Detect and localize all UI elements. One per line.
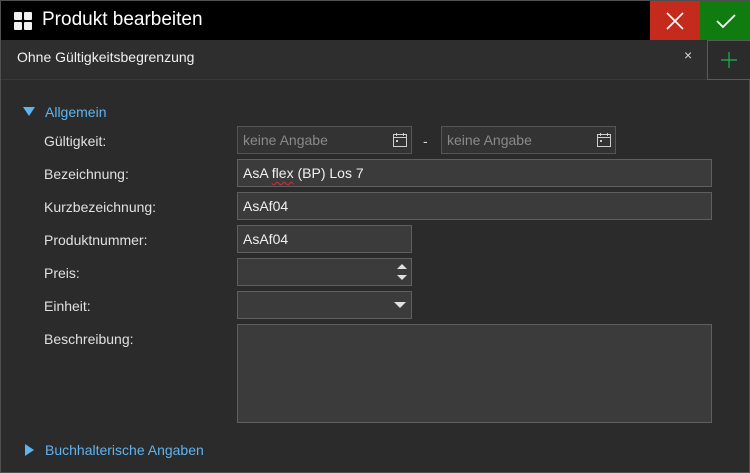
product-number-label: Produktnummer: [44, 232, 148, 248]
valid-to-placeholder: keine Angabe [447, 132, 532, 148]
validity-label: Gültigkeit: [44, 133, 107, 149]
title-bar: Produkt bearbeiten [1, 1, 750, 40]
chevron-down-icon[interactable] [394, 302, 406, 309]
section-accounting-header[interactable]: Buchhalterische Angaben [23, 442, 204, 458]
calendar-icon[interactable] [597, 133, 611, 147]
spin-arrows-icon[interactable] [396, 262, 408, 282]
short-name-input[interactable]: AsAf04 [237, 192, 712, 220]
name-input[interactable]: AsA flex (BP) Los 7 [237, 159, 712, 187]
section-general-header[interactable]: Allgemein [23, 104, 106, 120]
grid-icon [14, 12, 32, 30]
product-edit-window: Produkt bearbeiten Ohne Gültigkeitsbegre… [0, 0, 750, 473]
plus-icon [721, 52, 737, 68]
product-number-value: AsAf04 [243, 231, 289, 247]
close-button[interactable] [650, 1, 700, 40]
description-label: Beschreibung: [44, 331, 134, 347]
section-accounting-label: Buchhalterische Angaben [45, 442, 204, 458]
description-textarea[interactable] [237, 324, 712, 423]
confirm-button[interactable] [700, 1, 750, 40]
price-label: Preis: [44, 265, 80, 281]
expanded-triangle-icon [23, 107, 35, 116]
name-value-suffix: (BP) Los 7 [293, 165, 364, 181]
price-stepper[interactable] [237, 258, 412, 286]
window-title: Produkt bearbeiten [42, 9, 203, 30]
close-icon [666, 11, 684, 30]
collapsed-triangle-icon [25, 444, 34, 456]
valid-to-field[interactable]: keine Angabe [441, 126, 616, 154]
short-name-value: AsAf04 [243, 198, 289, 214]
name-label: Bezeichnung: [44, 166, 129, 182]
add-tab-button[interactable] [707, 40, 750, 80]
tab-label: Ohne Gültigkeitsbegrenzung [17, 49, 195, 65]
valid-from-field[interactable]: keine Angabe [237, 126, 412, 154]
section-general-label: Allgemein [45, 104, 107, 120]
date-range-separator: - [423, 133, 428, 149]
calendar-icon[interactable] [393, 133, 407, 147]
unit-label: Einheit: [44, 298, 91, 314]
valid-from-placeholder: keine Angabe [243, 132, 328, 148]
tab-strip: Ohne Gültigkeitsbegrenzung × [1, 40, 750, 80]
tab-validity[interactable]: Ohne Gültigkeitsbegrenzung × [2, 40, 707, 79]
spellcheck-word: flex [271, 165, 294, 181]
unit-select[interactable] [237, 291, 412, 319]
check-icon [715, 13, 736, 28]
product-number-input[interactable]: AsAf04 [237, 225, 412, 253]
tab-close-icon[interactable]: × [684, 47, 692, 63]
name-value-prefix: AsA [243, 165, 272, 181]
short-name-label: Kurzbezeichnung: [44, 199, 157, 215]
